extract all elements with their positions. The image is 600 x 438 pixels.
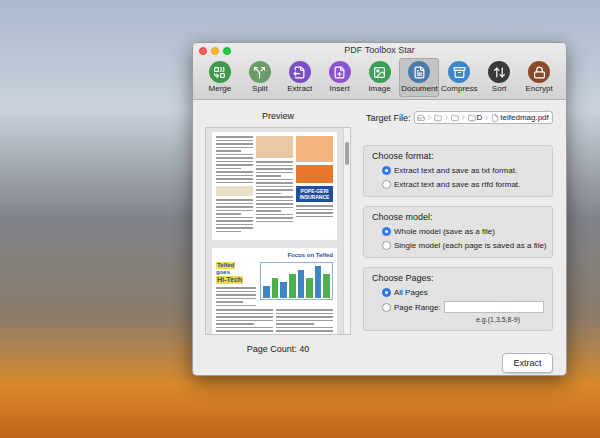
toolbar: MergeSplitExtractInsertImageDocumentComp… xyxy=(193,58,566,99)
folder-icon xyxy=(451,114,459,122)
chart-bar xyxy=(323,274,330,298)
chart-bar xyxy=(263,286,270,298)
path-segment[interactable]: D xyxy=(468,113,483,123)
close-button[interactable] xyxy=(199,47,207,55)
thumbnail-chart xyxy=(260,262,333,300)
radio-option[interactable]: Extract text and save as txt format. xyxy=(372,165,544,176)
split-icon xyxy=(253,66,266,79)
compress-icon xyxy=(453,66,466,79)
chart-bar xyxy=(289,274,296,298)
path-segment[interactable] xyxy=(417,114,425,122)
scrollbar[interactable] xyxy=(343,128,350,334)
title-bar[interactable]: PDF Toolbox Star xyxy=(193,43,566,58)
radio-option[interactable]: Whole model (save as a file) xyxy=(372,226,544,237)
document-page: POPE-GERIINSURANCE xyxy=(212,132,337,240)
encrypt-icon xyxy=(533,66,546,79)
path-segment[interactable] xyxy=(451,114,459,122)
extract-button[interactable]: Extract xyxy=(502,353,553,373)
radio-button[interactable] xyxy=(382,227,391,236)
range-hint: e.g.(1,3,5,8-9) xyxy=(476,315,520,324)
target-file-row: Target File:Dtelfedmag.pdf xyxy=(363,111,553,124)
chart-bar xyxy=(306,278,313,298)
sort-icon xyxy=(493,66,506,79)
toolbar-button[interactable]: Merge xyxy=(200,58,240,97)
radio-option[interactable]: Extract text and save as rtfd format. xyxy=(372,179,544,190)
preview-label: Preview xyxy=(262,110,294,122)
separator-icon xyxy=(443,114,450,121)
path-control[interactable]: Dtelfedmag.pdf xyxy=(414,111,553,124)
document-page: Focus on TelfedTelfedgoesHi-Tech xyxy=(212,248,337,334)
preview-box[interactable]: POPE-GERIINSURANCE Focus on TelfedTelfedg… xyxy=(205,127,351,335)
extract-icon xyxy=(293,66,306,79)
scrollbar-thumb[interactable] xyxy=(345,142,349,165)
options-panel: Target File:Dtelfedmag.pdf Choose format:… xyxy=(363,100,553,375)
file-icon xyxy=(491,114,499,122)
radio-button[interactable] xyxy=(382,241,391,250)
folder-icon xyxy=(468,114,476,122)
chart-bar xyxy=(280,282,287,298)
radio-option[interactable]: All Pages xyxy=(372,287,544,298)
option-group: Choose model: Whole model (save as a file… xyxy=(363,206,553,258)
chart-bar xyxy=(272,278,279,298)
option-group: Choose Pages: All Pages Page Range: e.g.(1,… xyxy=(363,267,553,331)
zoom-button[interactable] xyxy=(223,47,231,55)
path-segment[interactable]: telfedmag.pdf xyxy=(491,113,548,123)
toolbar-button[interactable]: Compress xyxy=(439,58,479,97)
toolbar-button[interactable]: Insert xyxy=(320,58,360,97)
minimize-button[interactable] xyxy=(211,47,219,55)
chart-bar xyxy=(298,270,305,298)
option-group: Choose format: Extract text and save as t… xyxy=(363,145,553,197)
group-title: Choose model: xyxy=(372,211,544,223)
app-window: PDF Toolbox StarMergeSplitExtractInsertI… xyxy=(192,42,567,376)
document-icon xyxy=(413,66,426,79)
path-segment[interactable] xyxy=(434,114,442,122)
toolbar-button[interactable]: Image xyxy=(360,58,400,97)
insurance-ad: POPE-GERIINSURANCE xyxy=(296,186,333,202)
page-range-field[interactable] xyxy=(444,301,544,313)
separator-icon xyxy=(426,114,433,121)
chart-bar xyxy=(315,266,322,298)
toolbar-button[interactable]: Encrypt xyxy=(519,58,559,97)
radio-button[interactable] xyxy=(382,180,391,189)
desktop: PDF Toolbox StarMergeSplitExtractInsertI… xyxy=(0,0,600,438)
preview-panel: Preview POPE-GERIINSURANCE Focus on Telfed… xyxy=(205,100,351,375)
radio-option[interactable]: Single model (each page is saved as a fi… xyxy=(372,240,544,251)
window-title: PDF Toolbox Star xyxy=(344,44,414,58)
radio-button[interactable] xyxy=(382,166,391,175)
toolbar-button[interactable]: Extract xyxy=(280,58,320,97)
toolbar-button[interactable]: Document xyxy=(399,58,439,97)
insert-icon xyxy=(333,66,346,79)
radio-option[interactable]: Page Range: xyxy=(382,301,544,313)
radio-button[interactable] xyxy=(382,288,391,297)
disk-icon xyxy=(417,114,425,122)
group-title: Choose format: xyxy=(372,150,544,162)
page-count: Page Count: 40 xyxy=(247,343,310,355)
folder-icon xyxy=(434,114,442,122)
separator-icon xyxy=(460,114,467,121)
toolbar-button[interactable]: Split xyxy=(240,58,280,97)
content: Preview POPE-GERIINSURANCE Focus on Telfed… xyxy=(193,100,566,375)
group-title: Choose Pages: xyxy=(372,272,544,284)
radio-button[interactable] xyxy=(382,303,391,312)
separator-icon xyxy=(483,114,490,121)
toolbar-button[interactable]: Sort xyxy=(479,58,519,97)
image-icon xyxy=(373,66,386,79)
merge-icon xyxy=(213,66,226,79)
